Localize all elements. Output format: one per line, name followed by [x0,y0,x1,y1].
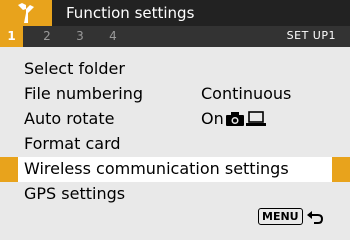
tab-category-function-settings[interactable] [0,0,52,26]
menu-item-label: Select folder [24,59,125,78]
page-title: Function settings [66,4,195,22]
menu-item-value: On [201,109,224,128]
tab-2[interactable]: 2 [37,26,57,47]
tab-3[interactable]: 3 [70,26,90,47]
menu-button[interactable]: MENU [258,208,303,225]
menu-item-gps-settings[interactable]: GPS settings [0,182,350,207]
header-bar: Function settings [0,0,350,26]
menu-item-value-container: On [201,109,266,128]
menu-item-select-folder[interactable]: Select folder [0,57,350,82]
computer-icon [245,110,266,126]
menu-item-label: Auto rotate [24,109,115,128]
menu-item-wireless-communication-settings[interactable]: Wireless communication settings [0,157,350,182]
tab-page-indicator: SET UP1 [286,29,336,42]
tab-4[interactable]: 4 [103,26,123,47]
menu-item-file-numbering[interactable]: File numbering Continuous [0,82,350,107]
wrench-icon [18,3,34,23]
footer-hint: MENU [258,208,324,225]
return-arrow-icon [306,210,323,224]
menu-item-auto-rotate[interactable]: Auto rotate On [0,107,350,132]
menu-item-label: Format card [24,134,121,153]
tab-bar: 1 2 3 4 SET UP1 [0,26,350,47]
menu-item-label: Wireless communication settings [24,159,289,178]
menu-item-value: Continuous [201,84,292,103]
menu-item-label: File numbering [24,84,144,103]
menu-item-format-card[interactable]: Format card [0,132,350,157]
camera-icon [225,111,244,126]
tab-1[interactable]: 1 [0,26,23,47]
menu-item-label: GPS settings [24,184,126,203]
